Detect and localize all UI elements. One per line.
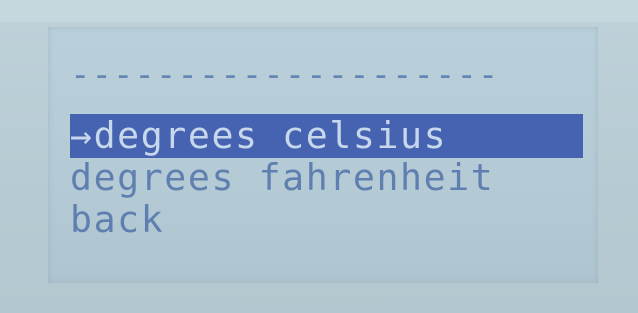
- device-bezel: -------------------- →degrees celsius de…: [0, 0, 638, 313]
- device-frame-top: [0, 0, 638, 22]
- menu-item-label: →degrees celsius: [70, 114, 448, 157]
- menu-item-label: back: [70, 198, 165, 241]
- menu-item-label: degrees fahrenheit: [70, 156, 495, 199]
- menu-item-degrees-celsius[interactable]: →degrees celsius: [70, 114, 583, 158]
- menu-divider: --------------------: [70, 58, 500, 92]
